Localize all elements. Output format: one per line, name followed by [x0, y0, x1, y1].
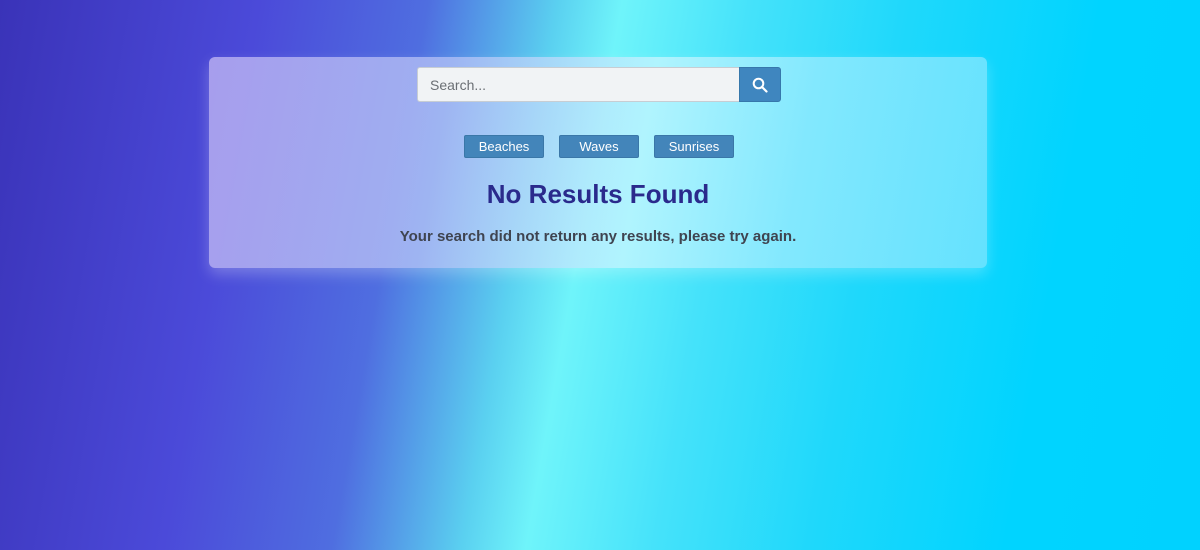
search-icon [752, 77, 768, 93]
tag-filters: Beaches Waves Sunrises [464, 135, 734, 158]
search-panel: Beaches Waves Sunrises No Results Found … [209, 57, 987, 268]
no-results-message: Your search did not return any results, … [399, 228, 797, 245]
tag-waves-button[interactable]: Waves [559, 135, 639, 158]
tag-beaches-button[interactable]: Beaches [464, 135, 544, 158]
search-button[interactable] [739, 67, 781, 102]
search-input[interactable] [417, 67, 739, 102]
no-results-title: No Results Found [486, 179, 710, 209]
search-bar [417, 67, 781, 102]
tag-sunrises-button[interactable]: Sunrises [654, 135, 734, 158]
